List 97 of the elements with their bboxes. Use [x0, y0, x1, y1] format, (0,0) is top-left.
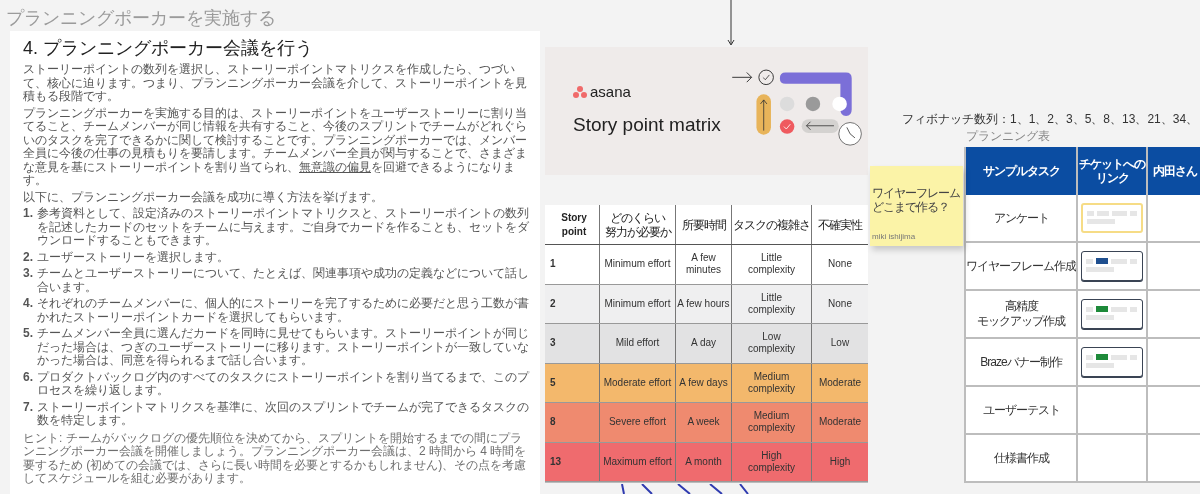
column-header: 内田さん: [1153, 164, 1197, 178]
canvas-title: プランニングポーカーを実施する: [6, 7, 276, 30]
table-cell: Severe effort: [608, 416, 667, 429]
column-header: Story point: [560, 210, 588, 239]
table-cell-text: Medium complexity: [746, 370, 797, 395]
list-number: 2.: [23, 250, 34, 264]
ticket-card[interactable]: [1081, 347, 1143, 377]
table-cell: None: [828, 297, 852, 310]
placeholder-bar: [1086, 258, 1093, 264]
placeholder-bar: [1087, 219, 1115, 224]
table-cell: Minimum effort: [604, 297, 671, 310]
table-cell: Moderate: [818, 376, 862, 389]
list-text: チームとユーザーストーリーについて、たとえば、関連事項や成功の定義などについて話し合います。: [37, 267, 530, 294]
table-cell: 5: [550, 376, 556, 389]
connector-arrow: [726, 0, 736, 46]
table-cell-text: Little complexity: [746, 291, 797, 316]
table-cell-text: Low complexity: [746, 331, 797, 356]
table-cell-text: Medium complexity: [746, 410, 797, 435]
table-cell: 仕様書作成: [993, 450, 1049, 466]
placeholder-bar: [1086, 306, 1093, 312]
list-text: ユーザーストーリーを選択します。: [37, 250, 229, 264]
table-cell: Maximum effort: [603, 455, 672, 468]
paragraph: プランニングポーカーを実施する目的は、ストーリーポイントをユーザーストーリーに割り当てること、チームメンバーが同じ情報を共有すること、今後のスプリントでチームがどれぐらいのタスクを完了できるかに関して検討することです。プランニングポーカーでは、メンバー全員に今後の仕事の見積もりを要請します。チームメンバー全員が関与することで、さまざまな意見を基にストーリーポイントを割り当てられ、無意識の偏見を回避できるようになります。: [23, 106, 528, 188]
list-number: 6.: [23, 370, 34, 386]
table-cell: モックアップ作成: [977, 314, 1065, 329]
ticket-card[interactable]: [1081, 299, 1143, 329]
table-cell: Low: [830, 337, 850, 350]
list-text: ストーリーポイントマトリクスを基準に、次回のスプリントでチームが完了できるタスクの数を特定します。: [37, 400, 530, 428]
column-header: タスクの複雑さ: [733, 217, 810, 232]
column-header: どのくらい: [610, 210, 665, 225]
placeholder-bar: [1086, 315, 1114, 320]
table-cell: A week: [687, 416, 720, 429]
table-cell: アンケート: [993, 210, 1049, 226]
ticket-card[interactable]: [1081, 251, 1143, 281]
table-cell-text: High complexity: [746, 449, 797, 474]
table-cell: ワイヤーフレーム作成: [966, 258, 1076, 274]
placeholder-bar: [1130, 258, 1137, 264]
table-cell: 13: [550, 455, 562, 468]
placeholder-bar: [1111, 306, 1127, 312]
sticky-note[interactable]: ワイヤーフレーム どこまで作る？ miki ishijima: [870, 166, 963, 246]
table-cell: 高精度: [1004, 299, 1038, 314]
placeholder-bar: [1130, 211, 1137, 216]
column-header: 所要時間: [681, 217, 726, 232]
sticky-note-text: どこまで作る？: [872, 200, 950, 214]
placeholder-bar: [1087, 211, 1094, 216]
table-cell: None: [828, 258, 852, 271]
table-cell-text: Little complexity: [746, 252, 797, 277]
list-number: 7.: [23, 400, 34, 416]
list-text: それぞれのチームメンバーに、個人的にストーリーを完了するために必要だと思う工数が書かれたストーリーポイントカードを選択してもらいます。: [37, 297, 530, 324]
list-text: プロダクトバックログ内のすべてのタスクにストーリーポイントを割り当てるまで、このプロセスを繰り返します。: [37, 370, 531, 398]
placeholder-bar: [1111, 258, 1127, 264]
table-cell: Brazeバナー制作: [980, 354, 1062, 370]
article-heading: 4. プランニングポーカー会議を行う: [23, 37, 314, 60]
table-cell: 3: [550, 337, 556, 350]
sticky-note-text: ワイヤーフレーム: [872, 186, 961, 200]
list-number: 1.: [23, 207, 34, 222]
table-cell: 1: [550, 258, 556, 271]
column-header: チケットへのリンク: [1078, 157, 1146, 185]
placeholder-bar: [1086, 267, 1114, 272]
fibonacci-text: フィボナッチ数列：1、1、2、3、5、8、13、21、34、: [902, 111, 1199, 128]
paragraph: 以下に、プランニングポーカー会議を成功に導く方法を挙げます。: [23, 190, 384, 204]
table-cell: A day: [691, 337, 716, 350]
list-text: 参考資料として、設定済みのストーリーポイントマトリクスと、ストーリーポイントの数列を記述したカードのセットをチームに与えます。ご自身でカードを作ることも、セットをダウンロードすることもできます。: [37, 207, 530, 248]
table-cell: ユーザーテスト: [982, 402, 1060, 418]
paragraph: ストーリーポイントの数列を選択し、ストーリーポイントマトリクスを作成したら、つづいて、核心に迫ります。つまり、プランニングポーカー会議を介して、ストーリーポイントを見積もる段階です。: [23, 63, 528, 104]
sticky-note-author: miki ishijima: [872, 231, 917, 243]
column-header: サンプルタスク: [982, 164, 1060, 178]
table-cell: 2: [550, 297, 556, 310]
table-cell: Minimum effort: [604, 258, 671, 271]
placeholder-bar: [1086, 363, 1114, 368]
table-cell: 8: [550, 416, 556, 429]
banner-title: Story point matrix: [573, 113, 721, 137]
placeholder-bar: [1086, 354, 1093, 360]
hint-text: ヒント: チームがバックログの優先順位を決めてから、スプリントを開始するまでの間にプランニングポーカー会議を開催しましょう。プランニングポーカー会議は、2 時間から 4 時間を要するため (初めての会議では、さらに長い時間を必要とするかもしれません)、その点を考慮してスケジュールを組む必要があります。: [23, 431, 528, 486]
table-cell: High: [829, 455, 851, 468]
logo-icon: [573, 86, 587, 99]
link[interactable]: 無意識の偏見: [299, 159, 371, 174]
placeholder-bar: [1130, 354, 1137, 360]
list-text: チームメンバー全員に選んだカードを同時に見せてもらいます。ストーリーポイントが同じだった場合は、つぎのユーザーストーリーに移ります。ストーリーポイントが一致していなかった場合は、同意を得られるまで話し合います。: [37, 327, 530, 368]
table-cell: Moderate: [818, 416, 862, 429]
table-cell: Mild effort: [615, 337, 660, 350]
table-cell: A few hours: [677, 297, 730, 310]
placeholder-bar: [1111, 354, 1127, 360]
table-cell: A month: [685, 455, 722, 468]
column-header: 不確実性: [818, 217, 862, 232]
list-number: 5.: [23, 327, 34, 342]
list-number: 4.: [23, 297, 34, 312]
table-cell-text: A few minutes: [685, 252, 722, 277]
logo-text: asana: [590, 82, 631, 102]
placeholder-bar: [1111, 211, 1128, 216]
placeholder-bar: [1096, 211, 1109, 216]
table-label: プランニング表: [966, 129, 1050, 143]
list-number: 3.: [23, 267, 34, 282]
table-cell: A few days: [679, 376, 728, 389]
placeholder-bar: [1130, 306, 1137, 312]
column-header: 努力が必要か: [604, 224, 671, 239]
table-cell: Moderate effort: [603, 376, 672, 389]
